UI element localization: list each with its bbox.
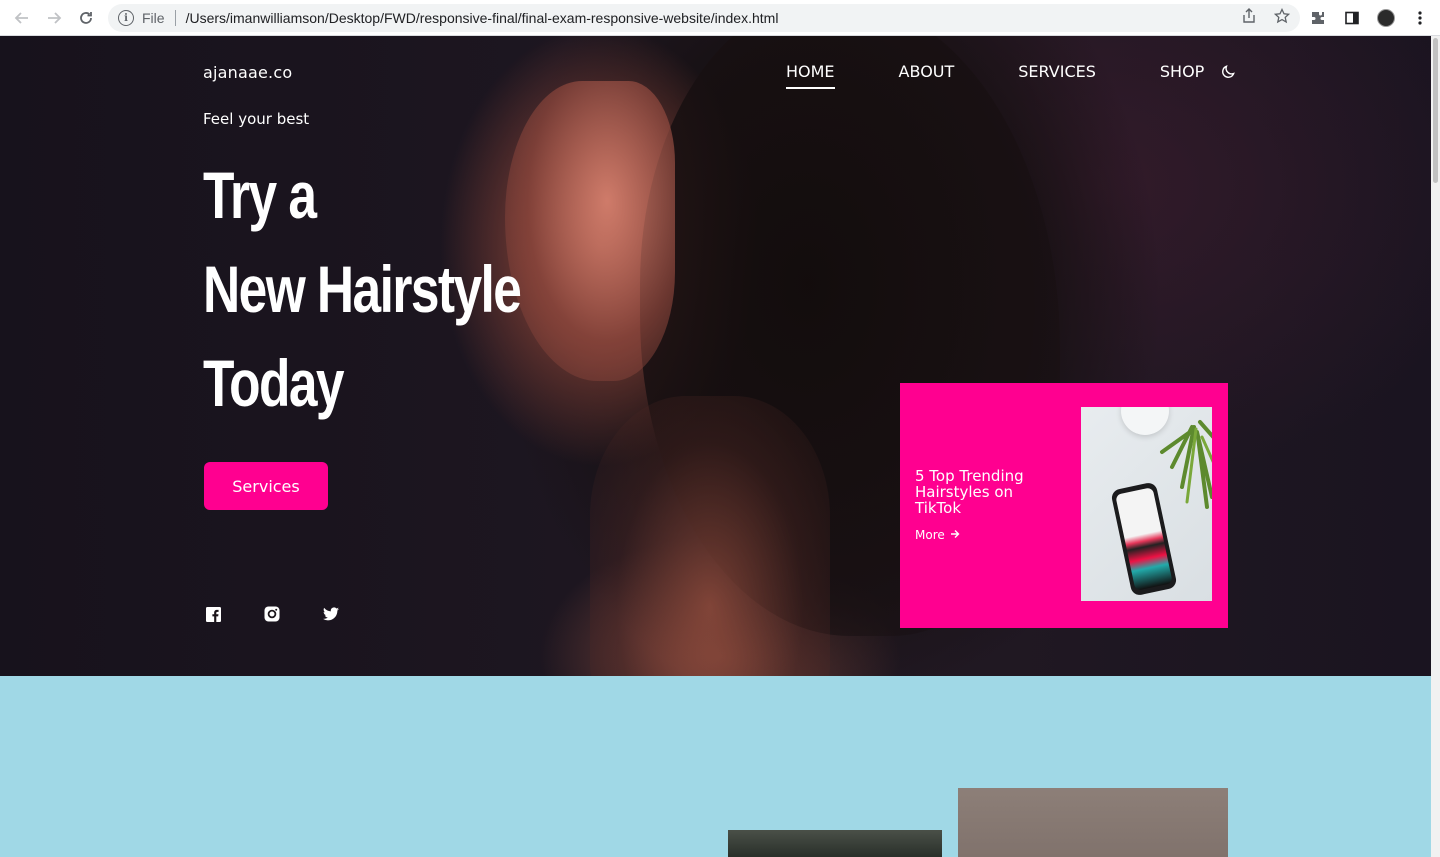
browser-actions (1308, 4, 1430, 32)
nav-home-link[interactable]: HOME (786, 62, 835, 89)
browser-toolbar: i File /Users/imanwilliamson/Desktop/FWD… (0, 0, 1440, 36)
page-viewport: ajanaae.co HOME ABOUT SERVICES SHOP Feel… (0, 36, 1431, 857)
nav-about-link[interactable]: ABOUT (899, 62, 955, 89)
forward-icon[interactable] (38, 2, 70, 34)
facebook-icon[interactable] (205, 606, 221, 622)
plant-graphic (1160, 420, 1212, 509)
page-scrollbar[interactable] (1431, 36, 1440, 857)
moon-icon[interactable] (1220, 64, 1236, 80)
star-icon[interactable] (1273, 7, 1291, 28)
profile-avatar[interactable] (1376, 4, 1396, 32)
nav-services-link[interactable]: SERVICES (1018, 62, 1096, 89)
address-bar[interactable]: i File /Users/imanwilliamson/Desktop/FWD… (108, 4, 1300, 32)
url-text[interactable]: /Users/imanwilliamson/Desktop/FWD/respon… (186, 10, 779, 26)
main-nav: HOME ABOUT SERVICES SHOP (786, 62, 1236, 89)
hero-background-neck (590, 396, 830, 676)
back-icon[interactable] (6, 2, 38, 34)
side-panel-icon[interactable] (1342, 4, 1362, 32)
scrollbar-thumb[interactable] (1433, 38, 1438, 183)
headline-line-1: Try a (203, 158, 317, 232)
info-icon[interactable]: i (118, 10, 134, 26)
extensions-icon[interactable] (1308, 4, 1328, 32)
address-bar-actions (1242, 7, 1291, 28)
lower-section (0, 676, 1431, 857)
file-label: File (142, 10, 165, 26)
headline-line-2: New Hairstyle (203, 252, 522, 326)
hero-headline: Try a New Hairstyle Today (203, 148, 522, 430)
menu-icon[interactable] (1410, 4, 1430, 32)
gallery-image-1 (728, 830, 942, 857)
hero-tagline: Feel your best (203, 110, 310, 128)
feature-card-image (1081, 407, 1212, 601)
nav-shop-link[interactable]: SHOP (1160, 62, 1204, 89)
gallery-image-2 (958, 788, 1228, 857)
share-icon[interactable] (1242, 8, 1256, 28)
feature-card[interactable]: 5 Top Trending Hairstyles on TikTok More (900, 383, 1228, 628)
site-logo[interactable]: ajanaae.co (203, 63, 292, 82)
hero-background-face (505, 81, 675, 381)
instagram-icon[interactable] (264, 606, 280, 622)
address-separator (174, 10, 176, 26)
twitter-icon[interactable] (323, 606, 339, 622)
feature-more-link[interactable]: More (915, 528, 960, 542)
services-button[interactable]: Services (204, 462, 328, 510)
headline-line-3: Today (203, 346, 345, 420)
social-links (205, 606, 339, 622)
feature-more-label: More (915, 528, 945, 542)
hero-section: ajanaae.co HOME ABOUT SERVICES SHOP Feel… (0, 36, 1431, 676)
arrow-right-icon (950, 528, 960, 542)
reload-icon[interactable] (70, 2, 102, 34)
feature-card-title: 5 Top Trending Hairstyles on TikTok (915, 467, 1024, 517)
